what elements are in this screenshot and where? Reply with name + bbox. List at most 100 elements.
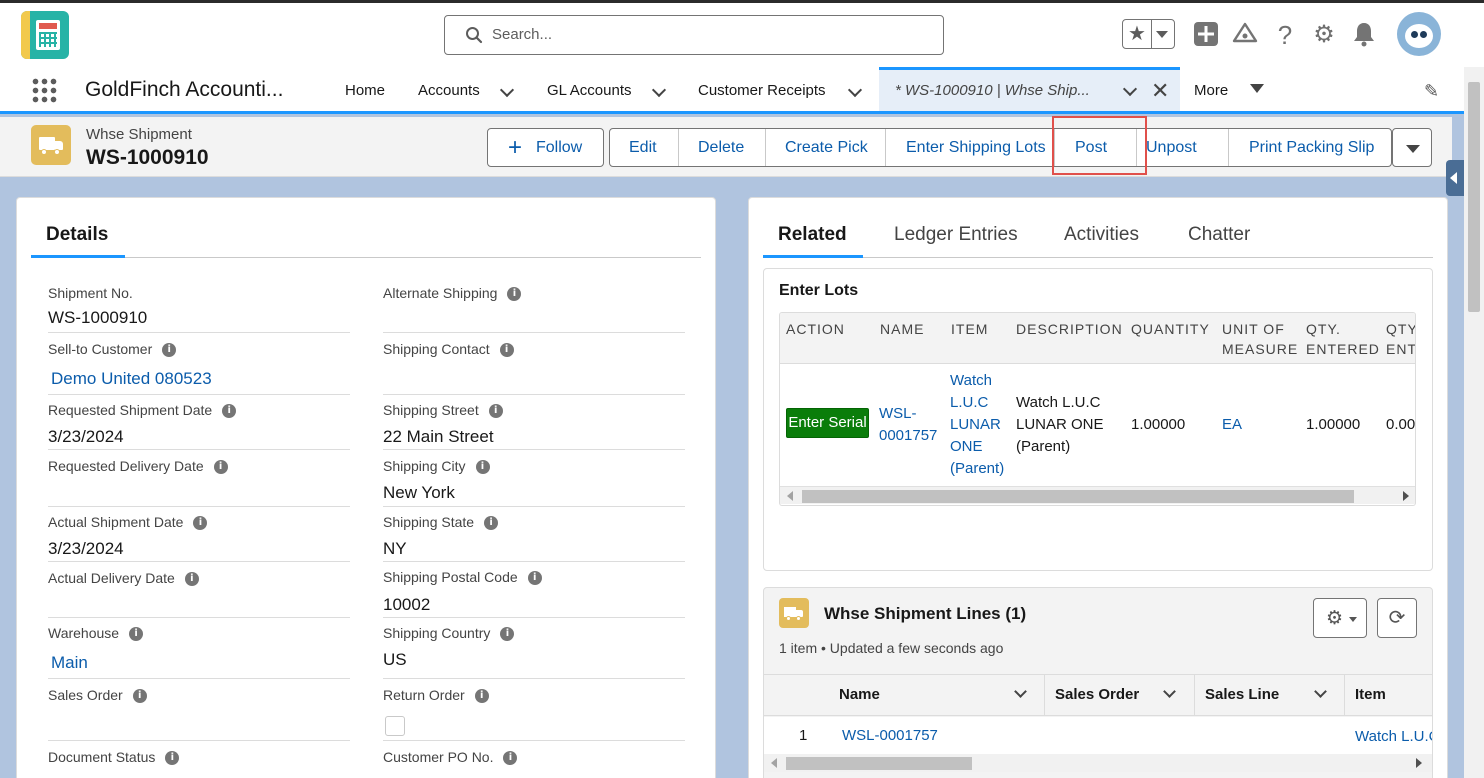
unpost-button[interactable]: Unpost xyxy=(1137,129,1229,166)
field-label: Document Status i xyxy=(48,749,180,766)
info-icon[interactable]: i xyxy=(129,627,144,642)
nav-item-accounts[interactable]: Accounts xyxy=(418,82,480,99)
info-icon[interactable]: i xyxy=(184,572,199,587)
field-value: New York xyxy=(383,483,455,502)
label-text: Alternate Shipping xyxy=(383,285,498,301)
scroll-thumb[interactable] xyxy=(802,490,1354,503)
utility-panel-handle[interactable] xyxy=(1446,160,1464,196)
shipment-lines-title[interactable]: Whse Shipment Lines (1) xyxy=(824,604,1026,624)
scroll-thumb[interactable] xyxy=(786,757,972,770)
active-tab-chevron-down-icon[interactable] xyxy=(1122,81,1138,97)
app-logo[interactable] xyxy=(21,11,69,59)
shipment-lines-horizontal-scrollbar[interactable] xyxy=(764,754,1432,772)
info-icon[interactable]: i xyxy=(475,460,490,475)
field-label: Requested Shipment Date i xyxy=(48,402,237,419)
edit-button[interactable]: Edit xyxy=(610,129,679,166)
info-icon[interactable]: i xyxy=(507,287,522,302)
info-icon[interactable]: i xyxy=(503,751,518,766)
field-label: Shipment No. xyxy=(48,285,133,301)
gear-icon: ⚙ xyxy=(1326,608,1344,629)
tab-related[interactable]: Related xyxy=(778,224,847,246)
info-icon[interactable]: i xyxy=(484,516,499,531)
user-avatar[interactable] xyxy=(1397,12,1441,56)
lot-row-uom-link[interactable]: EA xyxy=(1222,414,1242,436)
info-icon[interactable]: i xyxy=(165,751,180,766)
edit-nav-pencil-icon[interactable]: ✎ xyxy=(1424,81,1439,102)
nav-item-customer-receipts[interactable]: Customer Receipts xyxy=(698,82,826,99)
scroll-thumb[interactable] xyxy=(1468,82,1480,312)
follow-button[interactable]: + Follow xyxy=(487,128,604,167)
lot-row-name-link[interactable]: WSL-0001757 xyxy=(879,403,943,447)
line-name-link[interactable]: WSL-0001757 xyxy=(842,727,938,744)
field-return-order: Return Order i xyxy=(383,687,685,741)
info-icon[interactable]: i xyxy=(213,460,228,475)
info-icon[interactable]: i xyxy=(488,404,503,419)
page-vertical-scrollbar[interactable] xyxy=(1464,67,1484,778)
info-icon[interactable]: i xyxy=(499,343,514,358)
favorites-star-icon[interactable]: ★ xyxy=(1123,20,1152,48)
caret-down-icon xyxy=(1406,145,1420,153)
tab-chatter[interactable]: Chatter xyxy=(1188,224,1250,246)
setup-gear-icon[interactable]: ⚙ xyxy=(1310,21,1338,49)
col-qty-ent: QTY. ENT xyxy=(1386,321,1416,357)
sell-to-customer-link[interactable]: Demo United 080523 xyxy=(51,369,212,389)
trailhead-icon[interactable] xyxy=(1231,21,1259,49)
col-item[interactable]: Item xyxy=(1355,686,1386,703)
create-pick-button[interactable]: Create Pick xyxy=(766,129,886,166)
enter-shipping-lots-button[interactable]: Enter Shipping Lots xyxy=(886,129,1055,166)
list-settings-button[interactable]: ⚙ xyxy=(1313,598,1367,638)
info-icon[interactable]: i xyxy=(193,516,208,531)
record-type: Whse Shipment xyxy=(86,126,192,143)
lot-row-item-link[interactable]: Watch L.U.C LUNAR ONE (Parent) xyxy=(950,370,1010,480)
more-actions-button[interactable] xyxy=(1392,128,1432,167)
warehouse-link[interactable]: Main xyxy=(51,653,88,673)
add-icon[interactable] xyxy=(1192,21,1220,49)
accounts-chevron-down-icon[interactable] xyxy=(499,82,515,98)
tab-ws-1000910[interactable]: * WS-1000910 | Whse Ship... ✕ xyxy=(879,67,1180,111)
info-icon[interactable]: i xyxy=(474,689,489,704)
info-icon[interactable]: i xyxy=(222,404,237,419)
scroll-left-arrow-icon[interactable] xyxy=(771,758,777,768)
field-label: Warehouse i xyxy=(48,625,144,642)
gl-accounts-chevron-down-icon[interactable] xyxy=(651,82,667,98)
nav-item-gl-accounts[interactable]: GL Accounts xyxy=(547,82,632,99)
column-divider xyxy=(1344,675,1345,715)
scroll-right-arrow-icon[interactable] xyxy=(1403,491,1409,501)
info-icon[interactable]: i xyxy=(162,343,177,358)
col-sales-order[interactable]: Sales Order xyxy=(1055,686,1139,703)
global-search-input[interactable]: Search... xyxy=(444,15,944,55)
nav-item-more[interactable]: More xyxy=(1194,82,1228,99)
info-icon[interactable]: i xyxy=(500,627,515,642)
line-item-link[interactable]: Watch L.U.C xyxy=(1355,728,1432,745)
info-icon[interactable]: i xyxy=(527,571,542,586)
refresh-button[interactable]: ⟳ xyxy=(1377,598,1417,638)
print-packing-slip-button[interactable]: Print Packing Slip xyxy=(1229,129,1391,166)
caret-down-icon xyxy=(1349,617,1357,622)
col-sales-line[interactable]: Sales Line xyxy=(1205,686,1279,703)
more-caret-down-icon[interactable] xyxy=(1250,84,1264,93)
app-launcher-waffle-icon[interactable] xyxy=(31,77,57,103)
scroll-left-arrow-icon[interactable] xyxy=(787,491,793,501)
sales-line-sort-chevron-icon[interactable] xyxy=(1314,685,1327,698)
tab-activities[interactable]: Activities xyxy=(1064,224,1139,246)
tab-details[interactable]: Details xyxy=(46,224,108,246)
col-name[interactable]: Name xyxy=(839,686,880,703)
label-text: Document Status xyxy=(48,749,156,765)
notifications-bell-icon[interactable] xyxy=(1350,21,1378,49)
scroll-right-arrow-icon[interactable] xyxy=(1416,758,1422,768)
nav-item-home[interactable]: Home xyxy=(345,82,385,99)
close-tab-icon[interactable]: ✕ xyxy=(1151,78,1169,104)
col-unit-of-measure: UNIT OF MEASURE xyxy=(1222,321,1299,357)
enter-lots-horizontal-scrollbar[interactable] xyxy=(780,486,1415,504)
enter-serial-button[interactable]: Enter Serial xyxy=(786,408,869,438)
sales-order-sort-chevron-icon[interactable] xyxy=(1163,685,1176,698)
customer-receipts-chevron-down-icon[interactable] xyxy=(847,82,863,98)
name-sort-chevron-icon[interactable] xyxy=(1014,685,1027,698)
favorites-button-group[interactable]: ★ xyxy=(1122,19,1175,49)
field-label: Customer PO No. i xyxy=(383,749,518,766)
favorites-menu-chevron-icon[interactable] xyxy=(1156,31,1168,38)
delete-button[interactable]: Delete xyxy=(679,129,766,166)
tab-ledger-entries[interactable]: Ledger Entries xyxy=(894,224,1018,246)
info-icon[interactable]: i xyxy=(132,689,147,704)
help-icon[interactable]: ? xyxy=(1271,21,1299,49)
